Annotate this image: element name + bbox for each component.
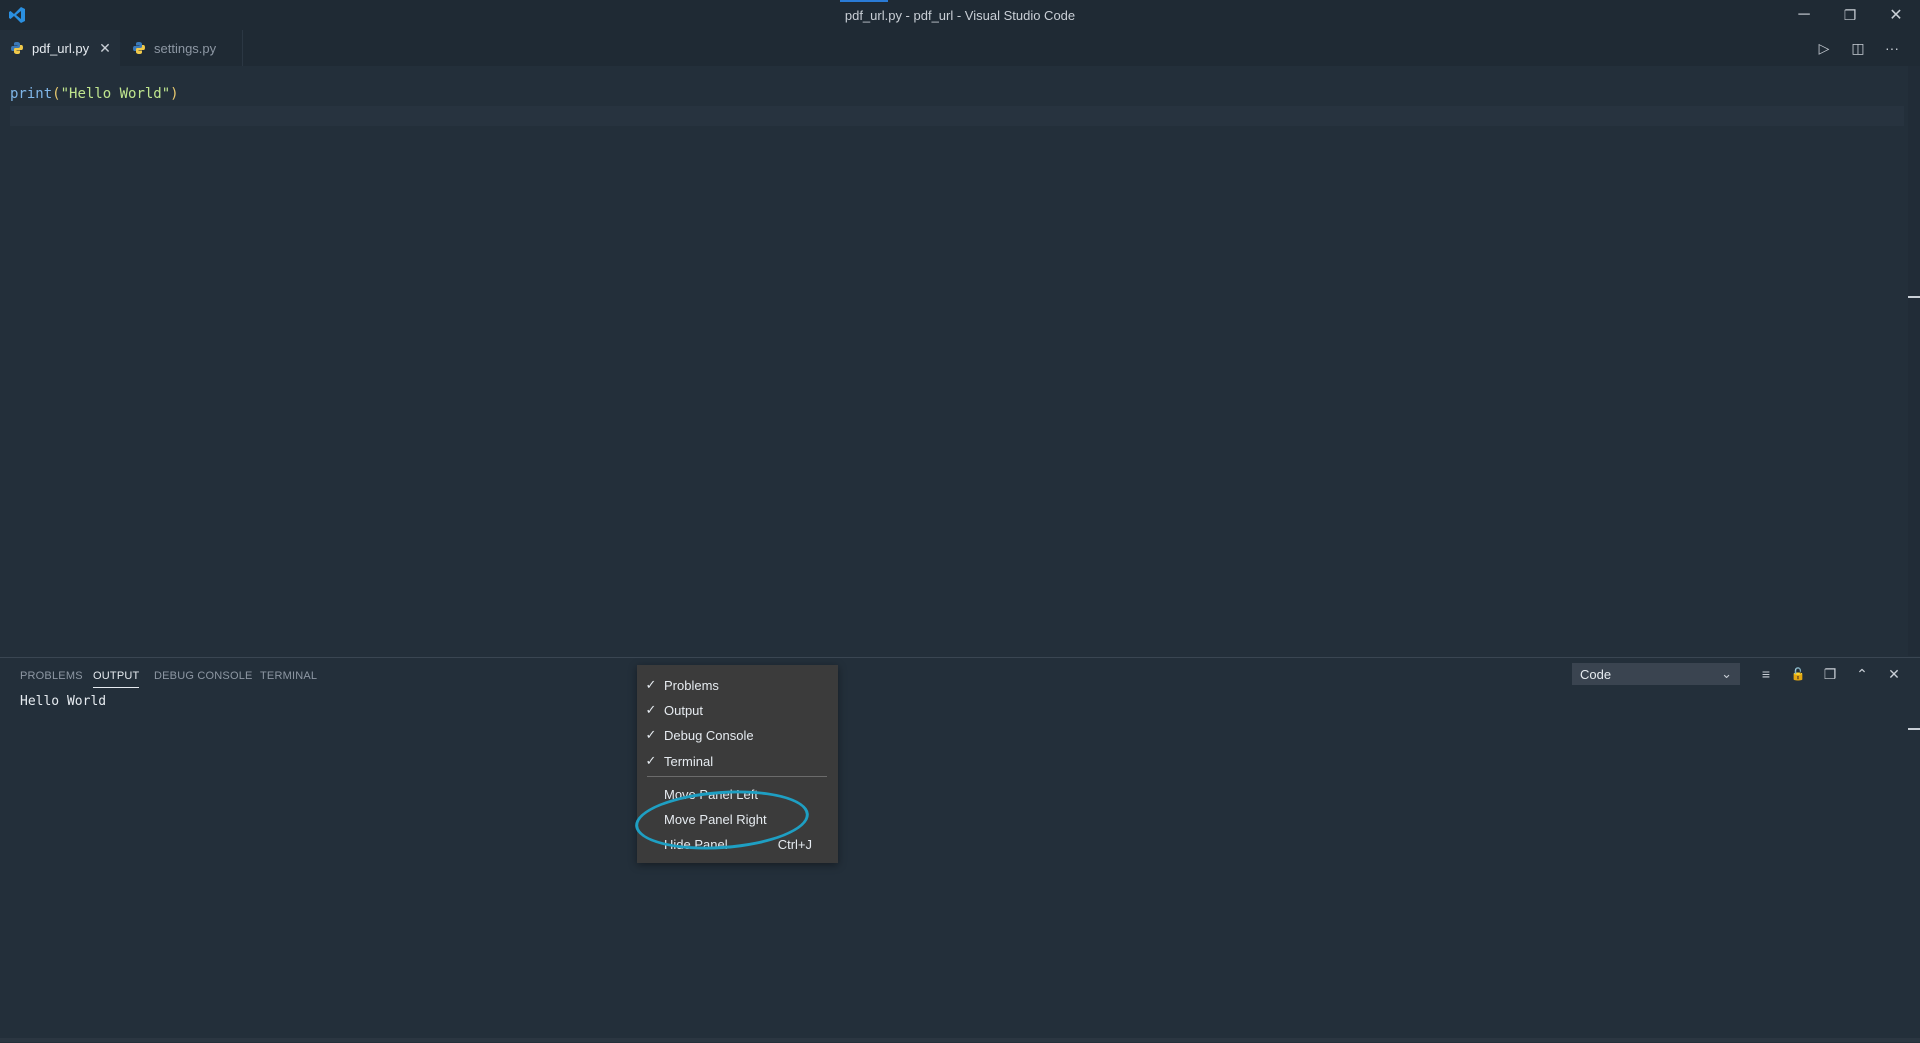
check-icon: ✓ <box>645 727 657 742</box>
tab-label: settings.py <box>154 40 217 56</box>
tab-settings[interactable]: settings.py <box>122 30 243 66</box>
menu-item-label: Debug Console <box>664 727 754 743</box>
more-icon: ··· <box>1885 40 1899 56</box>
status-bar-edge <box>0 1038 1920 1042</box>
select-value: Code <box>1580 666 1612 682</box>
panel-tab-problems[interactable]: PROBLEMS <box>20 670 83 682</box>
close-icon: ✕ <box>1889 7 1903 24</box>
menu-item-output[interactable]: ✓ Output <box>637 698 838 722</box>
current-line-highlight <box>10 106 1904 126</box>
menu-item-label: Terminal <box>664 753 714 769</box>
minimize-button[interactable]: ─ <box>1782 0 1826 30</box>
chevron-up-icon: ⌃ <box>1856 665 1868 682</box>
output-channel-select[interactable]: Code ⌄ <box>1572 663 1740 685</box>
panel-scrollbar-marker <box>1908 728 1920 730</box>
maximize-panel-button[interactable]: ⌃ <box>1850 663 1874 685</box>
code-string: "Hello World" <box>60 86 171 102</box>
close-window-button[interactable]: ✕ <box>1874 0 1918 30</box>
tab-pdf-url[interactable]: pdf_url.py ✕ <box>0 30 120 66</box>
restore-icon: ❐ <box>1843 6 1857 23</box>
title-focus-indicator <box>840 0 888 2</box>
menu-item-label: Output <box>664 702 704 718</box>
panel-tab-terminal[interactable]: TERMINAL <box>260 670 317 682</box>
scrollbar-cursor-marker <box>1908 296 1920 298</box>
menu-item-terminal[interactable]: ✓ Terminal <box>637 749 838 773</box>
tab-label: pdf_url.py <box>32 40 90 56</box>
split-editor-icon: ◫ <box>1851 39 1865 56</box>
more-actions-button[interactable]: ··· <box>1882 38 1902 58</box>
clear-output-button[interactable]: ≡ <box>1754 663 1778 685</box>
code-function: print <box>10 86 53 102</box>
output-text: Hello World <box>20 694 107 709</box>
window-title: pdf_url.py - pdf_url - Visual Studio Cod… <box>844 8 1076 23</box>
menu-item-problems[interactable]: ✓ Problems <box>637 673 838 697</box>
tab-bar: pdf_url.py ✕ settings.py <box>0 30 1920 66</box>
editor-scrollbar[interactable] <box>1908 66 1920 656</box>
lock-icon: 🔓 <box>1790 667 1806 681</box>
vscode-logo-icon <box>8 6 26 24</box>
code-editor[interactable]: print("Hello World") <box>0 66 1904 656</box>
python-icon <box>133 42 145 54</box>
copy-icon: ❐ <box>1823 665 1837 682</box>
code-paren-open: ( <box>52 86 61 102</box>
run-icon: ▷ <box>1818 39 1830 56</box>
python-icon <box>11 42 23 54</box>
bottom-panel: PROBLEMS OUTPUT DEBUG CONSOLE TERMINAL H… <box>0 657 1920 1043</box>
menu-item-debug-console[interactable]: ✓ Debug Console <box>637 723 838 747</box>
title-bar: pdf_url.py - pdf_url - Visual Studio Cod… <box>0 0 1920 30</box>
panel-tab-output[interactable]: OUTPUT <box>93 670 140 688</box>
minimize-icon: ─ <box>1798 6 1810 23</box>
check-icon: ✓ <box>645 753 657 768</box>
open-in-editor-button[interactable]: ❐ <box>1818 663 1842 685</box>
menu-separator <box>647 776 827 777</box>
restore-button[interactable]: ❐ <box>1828 0 1872 30</box>
editor-actions: ▷ ◫ ··· <box>1814 38 1902 58</box>
split-editor-button[interactable]: ◫ <box>1848 38 1868 58</box>
clear-output-icon: ≡ <box>1761 666 1771 682</box>
check-icon: ✓ <box>645 702 657 717</box>
code-paren-close: ) <box>170 86 179 102</box>
close-panel-button[interactable]: ✕ <box>1882 663 1906 685</box>
tab-close-icon[interactable]: ✕ <box>99 40 111 57</box>
run-button[interactable]: ▷ <box>1814 38 1834 58</box>
menu-item-label: Problems <box>664 677 719 693</box>
chevron-down-icon: ⌄ <box>1721 666 1732 681</box>
check-icon: ✓ <box>645 677 657 692</box>
code-line: print("Hello World") <box>10 86 179 102</box>
close-icon: ✕ <box>1888 665 1900 682</box>
menu-item-shortcut: Ctrl+J <box>777 836 812 852</box>
lock-scroll-button[interactable]: 🔓 <box>1786 663 1810 685</box>
panel-tab-debug-console[interactable]: DEBUG CONSOLE <box>154 670 253 682</box>
